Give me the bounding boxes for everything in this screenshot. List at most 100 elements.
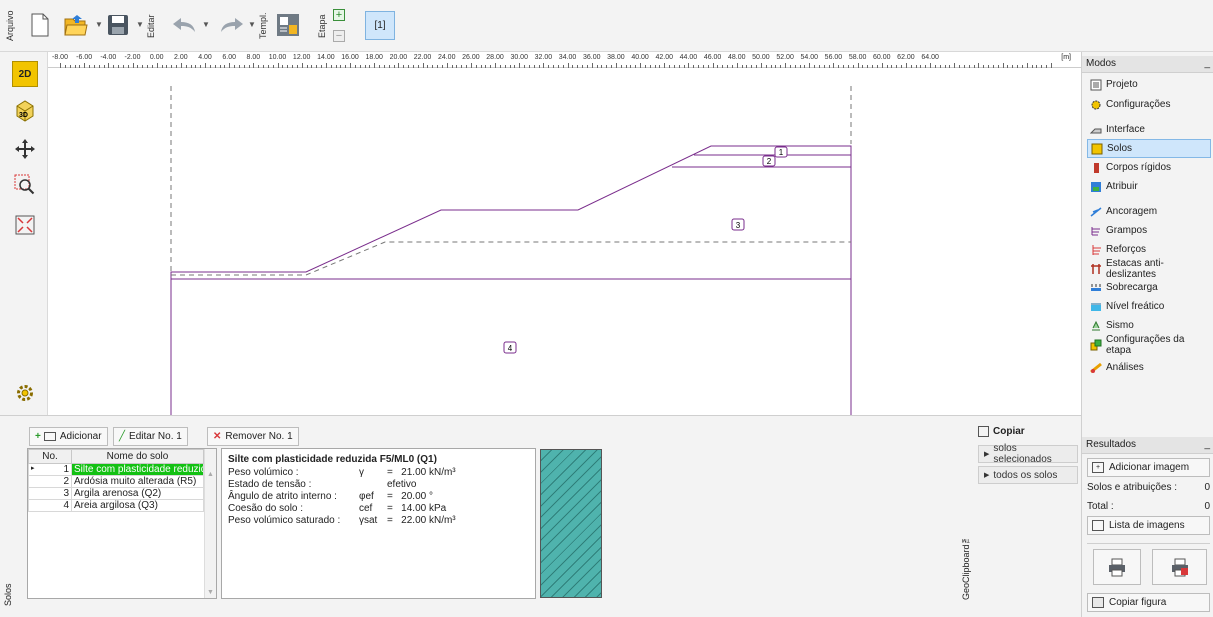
total-label: Total : — [1087, 501, 1114, 512]
mode-item-nivel-freatico[interactable]: Nível freático — [1087, 297, 1211, 316]
image-list-button[interactable]: Lista de imagens — [1087, 516, 1210, 535]
mode-item-label: Estacas anti-deslizantes — [1106, 257, 1164, 280]
scroll-up-icon[interactable]: ▲ — [207, 471, 214, 478]
undo-dropdown-icon[interactable]: ▼ — [202, 20, 210, 29]
mode-item-sobrecarga[interactable]: Sobrecarga — [1087, 278, 1211, 297]
soil-properties-panel: Silte com plasticidade reduzida F5/ML0 (… — [221, 448, 536, 599]
mode-item-label: Sismo — [1106, 320, 1134, 331]
template-tab[interactable]: Templ. — [257, 4, 269, 48]
prop-unit-weight: Peso volúmico : γ = 21.00 kN/m³ — [228, 467, 529, 479]
zoom-icon[interactable] — [12, 172, 38, 198]
mode-item-configuracoes-da-etapa[interactable]: Configurações da etapa — [1087, 334, 1211, 356]
copy-figure-button[interactable]: Copiar figura — [1087, 593, 1210, 612]
soils-side-tab[interactable]: Solos — [3, 576, 15, 606]
template-icon[interactable] — [274, 10, 302, 40]
mode-item-estacas-anti-deslizantes[interactable]: Estacas anti-deslizantes — [1087, 257, 1211, 280]
rigid-body-icon — [1090, 162, 1102, 174]
mode-item-atribuir[interactable]: Atribuir — [1087, 177, 1211, 196]
copy-title: Copiar — [993, 426, 1025, 437]
copy-selected-label: solos selecionados — [993, 443, 1052, 465]
svg-text:3D: 3D — [19, 112, 28, 119]
pan-icon[interactable] — [12, 136, 38, 162]
add-soil-button[interactable]: + Adicionar — [29, 427, 108, 446]
results-title: Resultados — [1086, 439, 1137, 450]
fit-to-screen-icon[interactable] — [12, 212, 38, 238]
mode-item-reforcos[interactable]: Reforços — [1087, 240, 1211, 259]
save-dropdown-icon[interactable]: ▼ — [136, 20, 144, 29]
table-scrollbar[interactable]: ▲ ▼ — [204, 449, 216, 598]
edit-soil-button[interactable]: ╱ Editar No. 1 — [113, 427, 188, 446]
table-row[interactable]: 3 Argila arenosa (Q2) — [28, 487, 204, 500]
table-row[interactable]: 2 Ardósia muito alterada (R5) — [28, 475, 204, 488]
remove-soil-button[interactable]: ✕ Remover No. 1 — [207, 427, 299, 446]
table-row[interactable]: ▸ 1 Silte com plasticidade reduzida F5/ML… — [28, 463, 204, 476]
geoclipboard-side-tab[interactable]: GeoClipboard™ — [961, 530, 973, 600]
scroll-down-icon[interactable]: ▼ — [207, 589, 214, 596]
copy-selected-soils-button[interactable]: ▶ solos selecionados — [978, 443, 1078, 465]
col-header-no: No. — [28, 449, 72, 464]
copy-figure-icon — [1092, 597, 1104, 608]
print-export-button[interactable] — [1152, 549, 1207, 585]
view-3d-icon[interactable]: 3D — [12, 97, 38, 123]
prop-stress-state: Estado de tensão : efetivo — [228, 479, 529, 491]
mode-item-label: Corpos rígidos — [1106, 162, 1172, 173]
mode-item-sismo[interactable]: Sismo — [1087, 316, 1211, 335]
new-file-icon[interactable] — [26, 10, 54, 40]
prop-value: = 21.00 kN/m³ — [387, 467, 456, 478]
view-2d-button[interactable]: 2D — [12, 61, 38, 87]
table-row[interactable]: 4 Areia argilosa (Q3) — [28, 499, 204, 512]
mode-item-label: Reforços — [1106, 244, 1147, 255]
mode-item-grampos[interactable]: Grampos — [1087, 221, 1211, 240]
stage-tab[interactable]: Etapa — [316, 4, 328, 48]
prop-label: Ângulo de atrito interno : — [228, 491, 337, 502]
mode-item-analises[interactable]: Análises — [1087, 358, 1211, 377]
layer-label-2-text: 2 — [767, 157, 772, 166]
print-button[interactable] — [1093, 549, 1141, 585]
remove-x-icon: ✕ — [213, 431, 222, 442]
add-image-button[interactable]: + Adicionar imagem — [1087, 458, 1210, 477]
file-tab[interactable]: Arquivo — [4, 4, 16, 48]
prop-symbol: γsat — [359, 515, 378, 526]
copy-all-label: todos os solos — [993, 469, 1058, 481]
settings-gear-icon[interactable] — [12, 380, 38, 406]
save-icon[interactable] — [104, 10, 132, 40]
soils-assign-label: Solos e atribuições : — [1087, 482, 1178, 493]
mode-item-configuracoes[interactable]: Configurações — [1087, 95, 1211, 114]
remove-stage-icon[interactable]: − — [333, 30, 345, 42]
mode-item-ancoragem[interactable]: Ancoragem — [1087, 202, 1211, 221]
soil-icon — [1091, 143, 1103, 155]
layer-label-4-text: 4 — [508, 344, 513, 353]
prop-value: efetivo — [387, 479, 417, 490]
mode-item-label: Atribuir — [1106, 181, 1138, 192]
redo-dropdown-icon[interactable]: ▼ — [248, 20, 256, 29]
water-table-icon — [1090, 301, 1102, 313]
main-toolbar: Arquivo ▼ ▼ Editar ▼ ▼ Templ. Etapa + − … — [0, 0, 1213, 52]
soil-profile-drawing[interactable]: 1 2 3 4 — [48, 52, 1081, 415]
mode-item-interface[interactable]: Interface — [1087, 120, 1211, 139]
assign-icon — [1090, 181, 1102, 193]
prop-label: Coesão do solo : — [228, 503, 304, 514]
modes-collapse-button[interactable]: _ — [1204, 58, 1210, 70]
copy-all-soils-button[interactable]: ▶ todos os solos — [978, 466, 1078, 484]
results-collapse-button[interactable]: _ — [1204, 439, 1210, 451]
prop-value: = 22.00 kN/m³ — [387, 515, 456, 526]
undo-icon[interactable] — [170, 10, 198, 40]
open-dropdown-icon[interactable]: ▼ — [95, 20, 103, 29]
prop-symbol: cef — [359, 503, 373, 514]
remove-soil-label: Remover No. 1 — [225, 431, 293, 442]
anchor-icon — [1090, 206, 1102, 218]
add-soil-label: Adicionar — [59, 431, 102, 442]
row-no: 1 — [63, 464, 69, 475]
mode-item-label: Configurações — [1106, 99, 1171, 110]
edit-tab[interactable]: Editar — [145, 4, 157, 48]
row-no: 3 — [28, 487, 72, 500]
add-stage-icon[interactable]: + — [333, 9, 345, 21]
open-file-icon[interactable] — [62, 10, 90, 40]
drawing-canvas[interactable]: -8.00 -6.00 -4.00 -2.00 0.00 2.00 4.00 6.00 8.00… — [48, 52, 1081, 415]
mode-item-corpos-rigidos[interactable]: Corpos rígidos — [1087, 158, 1211, 177]
stage-1-button[interactable]: [1] — [365, 11, 395, 40]
redo-icon[interactable] — [218, 10, 246, 40]
mode-item-solos[interactable]: Solos — [1087, 139, 1211, 158]
mode-item-projeto[interactable]: Projeto — [1087, 75, 1211, 94]
row-name: Silte com plasticidade reduzida F5/ML0 (… — [71, 463, 204, 476]
